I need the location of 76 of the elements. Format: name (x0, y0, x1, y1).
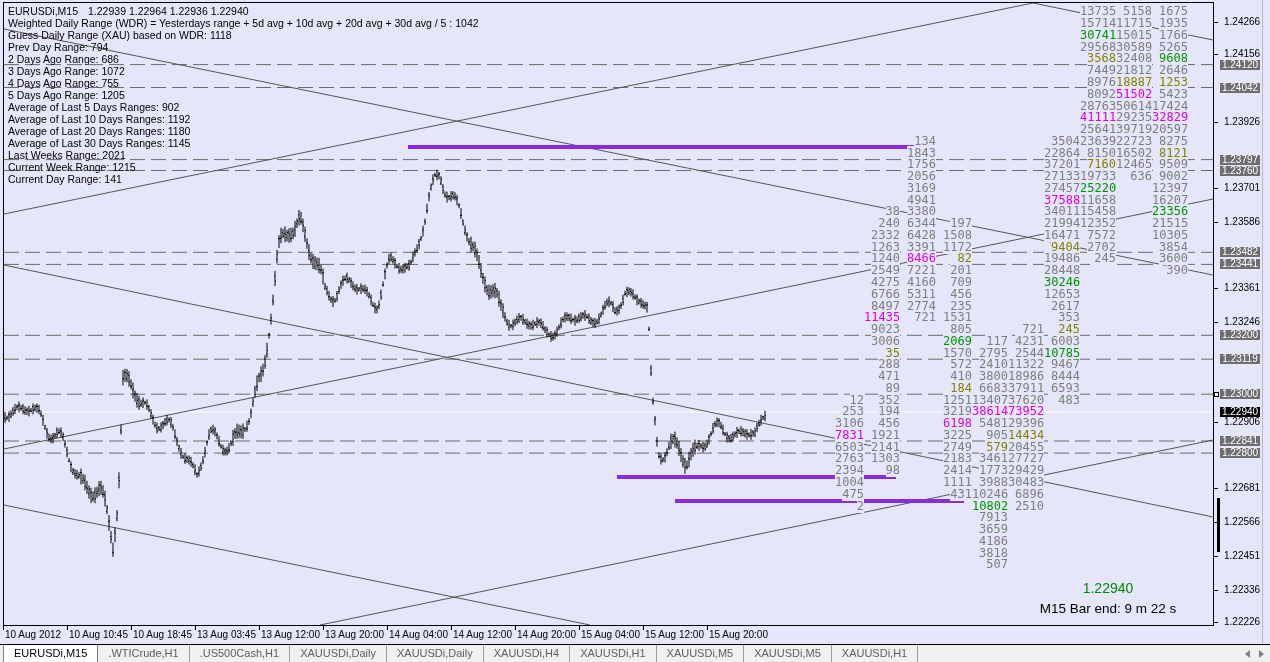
range-stat-text: 3 Days Ago Range: 1072 (8, 65, 125, 77)
profile-value: 12465 (1116, 157, 1153, 172)
price-level-label: 1.23119 (1220, 354, 1260, 365)
price-tick-label: 1.24266 (1224, 16, 1261, 27)
handle-icon[interactable] (1214, 392, 1219, 397)
range-stat-text: 5 Days Ago Range: 1205 (8, 89, 125, 101)
range-stat-text: 2 Days Ago Range: 686 (8, 53, 119, 65)
time-label: 10 Aug 10:45 (69, 630, 128, 640)
range-stat-text: Guess Daily Range (XAU) based on WDR: 1118 (8, 29, 232, 41)
range-stat-text: Current Day Range: 141 (8, 173, 122, 185)
price-tick-label: 1.23246 (1224, 316, 1261, 327)
time-label: 10 Aug 2012 (5, 630, 62, 640)
time-label: 10 Aug 18:45 (133, 630, 192, 640)
time-label: 14 Aug 12:00 (453, 630, 512, 640)
price-tick-label: 1.23586 (1224, 216, 1261, 227)
chart-tab[interactable]: EURUSDi,M15 (3, 645, 99, 662)
profile-value: 117 (986, 333, 1008, 348)
time-label: 15 Aug 12:00 (645, 630, 704, 640)
chart-tab[interactable]: XAUUSDi,M5 (656, 645, 745, 662)
price-level-label: 1.22841 (1220, 436, 1260, 446)
price-tick-label: 1.22226 (1224, 617, 1261, 627)
price-tick-label: 1.22906 (1224, 416, 1261, 427)
range-stat-text: Current Week Range: 1215 (8, 161, 136, 173)
price-tick-label: 1.22451 (1224, 550, 1261, 561)
range-stat-text: Weighted Daily Range (WDR) = Yesterdays range + 5d avg + 10d avg + 20d avg + 30d avg / 5 : 1042 (8, 17, 479, 29)
range-stat-text: Average of Last 5 Days Ranges: 902 (8, 101, 180, 113)
price-tick-label: 1.23361 (1224, 283, 1261, 293)
price-tick-label: 1.23701 (1224, 182, 1261, 193)
chart-tab[interactable]: XAUUSDi,Daily (386, 645, 484, 662)
price-level-label: 1.23760 (1220, 165, 1260, 176)
scroll-right-icon[interactable] (1259, 649, 1264, 658)
ohlc-prices: 1.22939 1.22964 1.22936 1.22940 (88, 5, 249, 17)
range-stat-text: Last Weeks Range: 2021 (8, 149, 126, 161)
profile-value: 134 (914, 133, 936, 148)
price-tick-label: 1.22336 (1224, 584, 1261, 595)
price-level-label: 1.24042 (1220, 82, 1260, 93)
price-level-label: 1.23200 (1220, 330, 1260, 341)
profile-value: 245 (1094, 251, 1116, 266)
time-label: 14 Aug 04:00 (389, 630, 448, 640)
profile-value: 3504 (1051, 133, 1080, 148)
time-label: 13 Aug 12:00 (261, 630, 320, 640)
chart-tab[interactable]: .US500Cash,H1 (189, 645, 291, 662)
chart-tab[interactable]: XAUUSDi,H1 (570, 645, 657, 662)
chart-tab[interactable]: XAUUSDi,Daily (290, 645, 387, 662)
price-tick-label: 1.24156 (1224, 49, 1261, 59)
price-level-label: 1.23482 (1220, 247, 1260, 258)
time-label: 14 Aug 20:00 (517, 630, 576, 640)
range-marker-icon (1217, 498, 1220, 552)
price-tick-label: 1.22681 (1224, 483, 1261, 494)
time-label: 15 Aug 20:00 (709, 630, 768, 640)
range-stat-text: 4 Days Ago Range: 755 (8, 77, 119, 89)
range-stat-text: Average of Last 10 Days Ranges: 1192 (8, 113, 191, 125)
time-label: 15 Aug 04:00 (581, 630, 640, 640)
scroll-left-icon[interactable] (1245, 649, 1250, 658)
chart-tab[interactable]: .WTICrude,H1 (98, 645, 190, 662)
price-level-label: 1.24120 (1220, 59, 1260, 70)
price-tick-label: 1.22566 (1224, 516, 1261, 527)
time-label: 13 Aug 03:45 (197, 630, 256, 640)
chart-tab[interactable]: XAUUSDi,H4 (483, 645, 571, 662)
price-tick-label: 1.23926 (1224, 116, 1261, 127)
chart-symbol: EURUSDi,M15 (8, 5, 78, 17)
profile-value: 2 (856, 498, 864, 513)
price-level-label: 1.23000 (1220, 389, 1260, 400)
range-stat-text: Average of Last 20 Days Ranges: 1180 (8, 125, 191, 137)
current-price-label: 1.22940 (1220, 406, 1260, 417)
chart-tab[interactable]: XAUUSDi,H1 (831, 645, 919, 662)
time-label: 13 Aug 20:00 (325, 630, 384, 640)
price-level-label: 1.23441 (1220, 259, 1260, 270)
profile-value: 98 (885, 463, 900, 478)
range-stat-text: Average of Last 30 Days Ranges: 1145 (8, 137, 191, 149)
price-level-label: 1.23797 (1220, 154, 1260, 165)
live-price: 1.22940 (1082, 580, 1134, 596)
bar-timer-text: M15 Bar end: 9 m 22 s (1039, 600, 1177, 618)
range-stat-text: Prev Day Range: 794 (8, 41, 109, 53)
price-level-label: 1.22800 (1220, 448, 1260, 459)
chart-tab[interactable]: XAUUSDi,M5 (744, 645, 832, 662)
